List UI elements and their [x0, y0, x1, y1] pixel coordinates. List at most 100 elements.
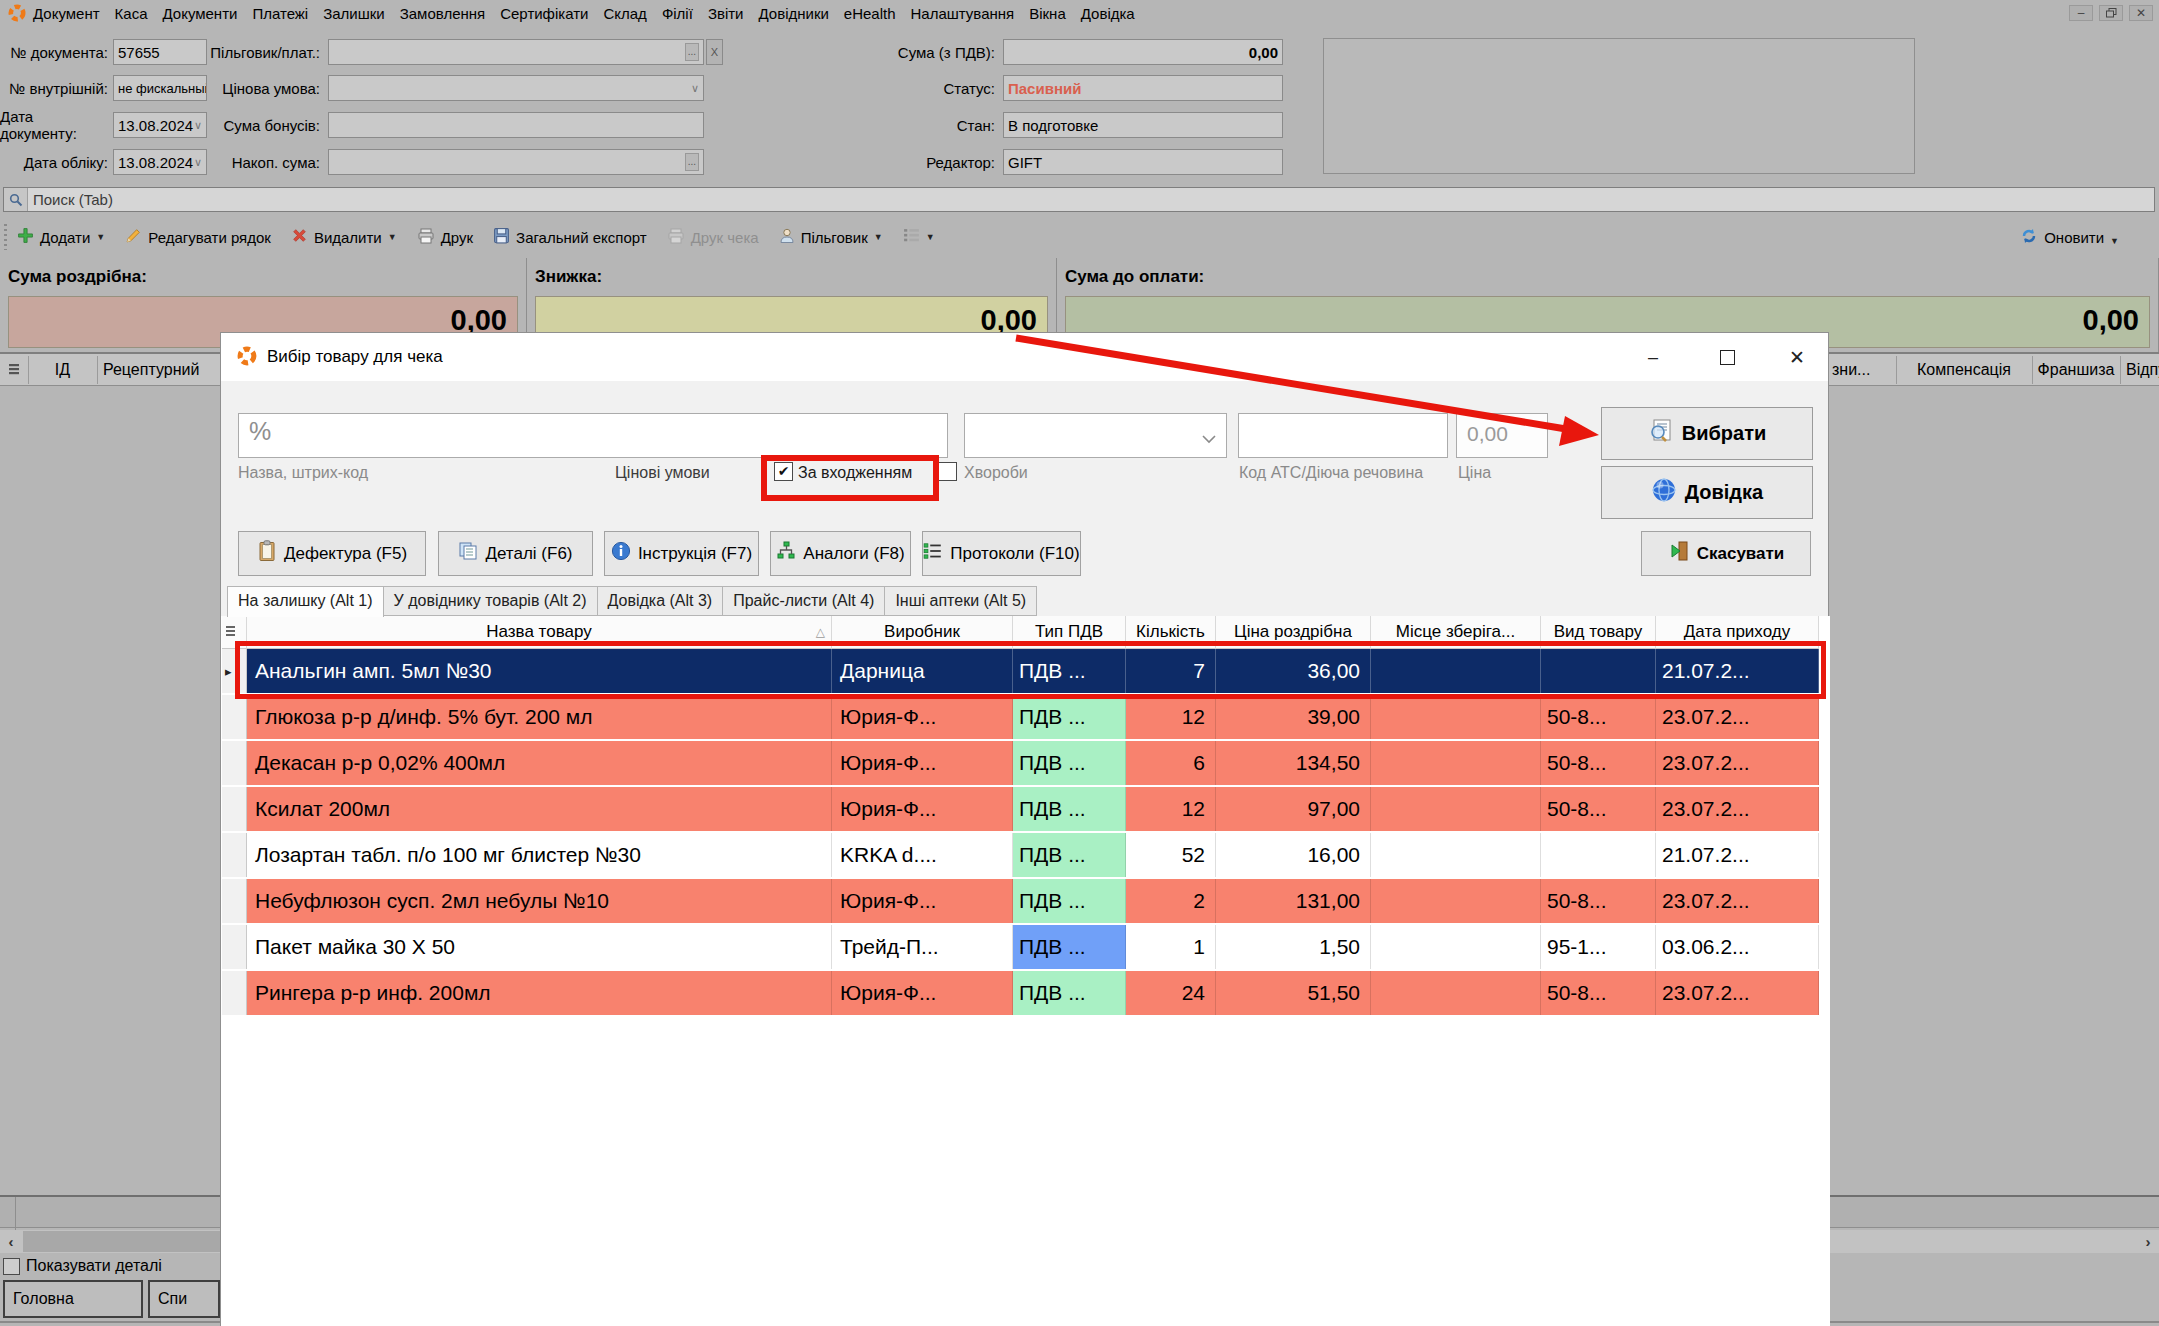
cell-date: 21.07.2... — [1656, 833, 1819, 877]
column-header[interactable]: Кількість — [1126, 616, 1216, 649]
menu-item-звіти[interactable]: Звіти — [708, 5, 744, 22]
restore-button[interactable] — [2099, 5, 2123, 21]
col-franchise[interactable]: Франшиза — [2032, 354, 2120, 386]
toolbar-grip[interactable] — [4, 224, 7, 250]
column-header[interactable] — [222, 616, 247, 649]
menu-item-філії[interactable]: Філії — [662, 5, 693, 22]
minimize-button[interactable]: – — [2069, 5, 2093, 21]
atc-code-input[interactable] — [1238, 413, 1448, 458]
dialog-tab-3[interactable]: Довідка (Alt 3) — [598, 586, 724, 616]
column-header[interactable]: Місце зберіга... — [1371, 616, 1541, 649]
product-row[interactable]: Глюкоза р-р д/инф. 5% бут. 200 млЮрия-Ф.… — [222, 695, 1819, 739]
cancel-button[interactable]: Скасувати — [1641, 531, 1811, 576]
bonus-field[interactable] — [328, 112, 704, 138]
column-header[interactable]: Тип ПДВ — [1013, 616, 1126, 649]
product-row[interactable]: Декасан р-р 0,02% 400млЮрия-Ф...ПДВ ...6… — [222, 741, 1819, 785]
cell-vat: ПДВ ... — [1013, 925, 1126, 969]
fbutton-5[interactable]: Дефектура (F5) — [238, 531, 426, 576]
col-compensation[interactable]: Компенсація — [1896, 354, 2032, 386]
column-header[interactable]: Дата приходу — [1656, 616, 1819, 649]
product-row[interactable]: ▸Анальгин амп. 5мл №30ДарницаПДВ ...736,… — [222, 649, 1819, 693]
cell-price: 1,50 — [1216, 925, 1371, 969]
chevron-down-icon[interactable]: ∨ — [691, 82, 699, 95]
menu-item-ehealth[interactable]: eHealth — [844, 5, 896, 22]
disease-checkbox[interactable] — [938, 462, 957, 481]
price-input[interactable]: 0,00 — [1456, 413, 1548, 458]
ellipsis-button[interactable]: ... — [685, 153, 699, 171]
scroll-right-button[interactable]: › — [2137, 1230, 2159, 1253]
col-vidpu[interactable]: Відпу... — [2126, 354, 2159, 386]
scrollbar-thumb[interactable] — [23, 1231, 220, 1252]
fbutton-label: Інструкція (F7) — [638, 544, 752, 564]
toolbar-друк[interactable]: Друк — [417, 228, 473, 247]
menu-item-налаштування[interactable]: Налаштування — [911, 5, 1015, 22]
column-header[interactable]: Вид товару — [1541, 616, 1656, 649]
menu-item-довідники[interactable]: Довідники — [759, 5, 829, 22]
col-recipe[interactable]: Рецептурний — [103, 354, 199, 386]
product-row[interactable]: Небуфлюзон сусп. 2мл небулы №10Юрия-Ф...… — [222, 879, 1819, 923]
help-button[interactable]: Довідка — [1601, 466, 1813, 519]
menu-item-залишки[interactable]: Залишки — [323, 5, 385, 22]
clear-beneficiary-button[interactable]: X — [706, 39, 723, 65]
dialog-tab-1[interactable]: На залишку (Alt 1) — [227, 586, 384, 617]
fbutton-7[interactable]: Інструкція (F7) — [604, 531, 759, 576]
show-details-checkbox[interactable] — [3, 1258, 20, 1275]
dialog-maximize-button[interactable] — [1713, 344, 1741, 370]
dialog-tab-2[interactable]: У довіднику товарів (Alt 2) — [384, 586, 598, 616]
price-label: Ціна — [1458, 464, 1491, 482]
toolbar-пільговик[interactable]: Пільговик▼ — [779, 227, 883, 247]
grid-corner-icon[interactable] — [0, 354, 28, 386]
product-row[interactable]: Лозартан табл. п/о 100 мг блистер №30KRK… — [222, 833, 1819, 877]
product-search-input[interactable]: % — [238, 413, 948, 458]
menu-item-документ[interactable]: Документ — [33, 5, 100, 22]
col-id[interactable]: ІД — [28, 354, 97, 386]
close-button[interactable]: ✕ — [2129, 5, 2153, 21]
product-row[interactable]: Ксилат 200млЮрия-Ф...ПДВ ...1297,0050-8.… — [222, 787, 1819, 831]
search-bar[interactable]: Поиск (Tab) — [3, 187, 2155, 212]
product-row[interactable]: Рингера р-р инф. 200млЮрия-Ф...ПДВ ...24… — [222, 971, 1819, 1015]
toolbar-list-options[interactable]: ▼ — [903, 228, 935, 246]
ellipsis-button[interactable]: ... — [685, 43, 699, 61]
column-header[interactable]: Виробник — [832, 616, 1013, 649]
toolbar-друк-чека[interactable]: Друк чека — [667, 228, 759, 247]
toolbar-загальний-експорт[interactable]: Загальний експорт — [493, 227, 647, 247]
fbutton-8[interactable]: Аналоги (F8) — [770, 531, 911, 576]
tab-main[interactable]: Головна — [3, 1280, 143, 1318]
menu-item-сертифікати[interactable]: Сертифікати — [500, 5, 588, 22]
app-icon — [237, 346, 257, 370]
menu-item-документи[interactable]: Документи — [162, 5, 237, 22]
price-conditions-combo[interactable] — [964, 413, 1227, 458]
dialog-close-button[interactable]: ✕ — [1783, 344, 1811, 370]
column-header[interactable]: Назва товару△ — [247, 616, 832, 649]
col-zni[interactable]: зни... — [1832, 354, 1870, 386]
row-marker — [222, 833, 247, 877]
menu-item-каса[interactable]: Каса — [115, 5, 148, 22]
row-marker — [222, 741, 247, 785]
cell-vat: ПДВ ... — [1013, 879, 1126, 923]
dialog-tab-5[interactable]: Інші аптеки (Alt 5) — [885, 586, 1037, 616]
product-row[interactable]: Пакет майка 30 Х 50Трейд-П...ПДВ ...11,5… — [222, 925, 1819, 969]
fbutton-10[interactable]: Протоколи (F10) — [922, 531, 1081, 576]
price-cond-combo[interactable]: ∨ — [328, 75, 704, 101]
column-header[interactable]: Ціна роздрібна — [1216, 616, 1371, 649]
beneficiary-field[interactable]: ... — [328, 39, 704, 65]
tab-list[interactable]: Спи — [148, 1280, 220, 1318]
menu-item-вікна[interactable]: Вікна — [1029, 5, 1066, 22]
scroll-left-button[interactable]: ‹ — [0, 1230, 22, 1253]
dialog-minimize-button[interactable]: – — [1639, 344, 1667, 370]
fbutton-6[interactable]: Деталі (F6) — [438, 531, 593, 576]
menu-item-склад[interactable]: Склад — [603, 5, 646, 22]
cell-qty: 12 — [1126, 695, 1216, 739]
toolbar-видалити[interactable]: Видалити▼ — [291, 227, 397, 247]
accum-field[interactable]: ... — [328, 149, 704, 175]
select-button[interactable]: Вибрати — [1601, 407, 1813, 460]
refresh-button[interactable]: Оновити ▼ — [2020, 227, 2119, 248]
menu-item-платежі[interactable]: Платежі — [252, 5, 308, 22]
cell-date: 21.07.2... — [1656, 649, 1819, 693]
toolbar-редагувати-рядок[interactable]: Редагувати рядок — [125, 227, 271, 247]
menu-item-довідка[interactable]: Довідка — [1081, 5, 1135, 22]
doc-date-label: Дата документу: — [0, 112, 108, 138]
menu-item-замовлення[interactable]: Замовлення — [400, 5, 485, 22]
dialog-tab-4[interactable]: Прайс-листи (Alt 4) — [723, 586, 885, 616]
toolbar-додати[interactable]: Додати▼ — [17, 227, 105, 247]
